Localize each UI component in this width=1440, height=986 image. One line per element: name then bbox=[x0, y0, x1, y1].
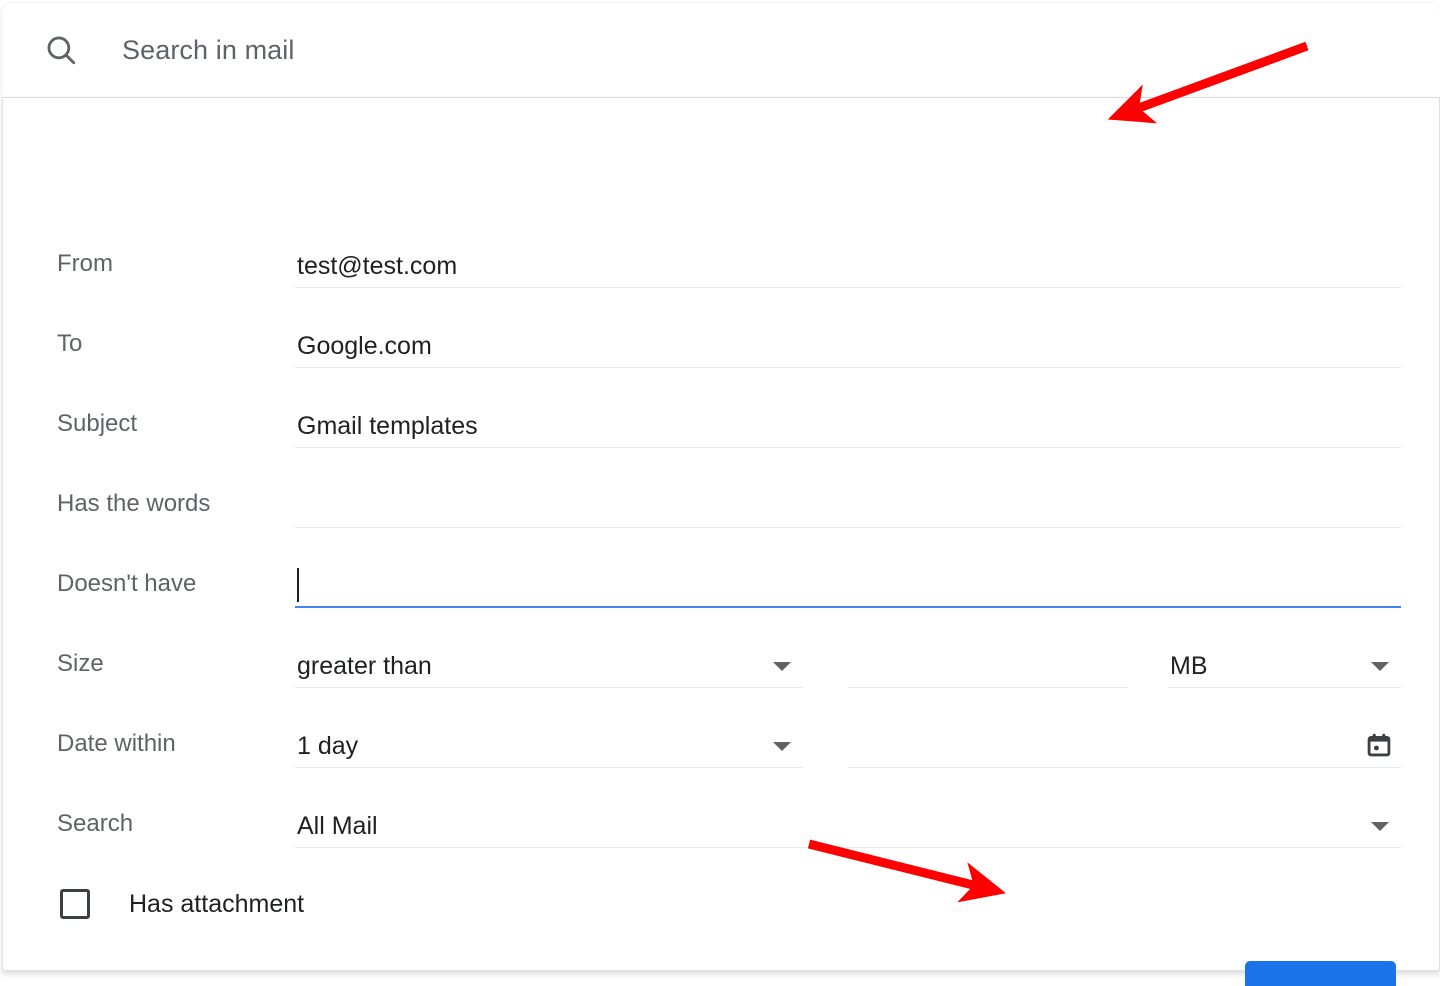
label-to: To bbox=[57, 330, 83, 357]
size-amount-input[interactable] bbox=[848, 636, 1128, 688]
field-row-size: Size greater than MB bbox=[3, 624, 1439, 704]
search-icon bbox=[47, 36, 76, 65]
has-attachment-label: Has attachment bbox=[129, 889, 305, 918]
chevron-down-icon bbox=[773, 742, 791, 751]
label-size: Size bbox=[57, 650, 104, 677]
chevron-down-icon bbox=[1371, 822, 1389, 831]
doesnt-have-input[interactable] bbox=[295, 556, 1401, 608]
field-row-from: From test@test.com bbox=[3, 224, 1439, 304]
field-row-subject: Subject Gmail templates bbox=[3, 384, 1439, 464]
date-within-value: 1 day bbox=[297, 732, 359, 760]
field-row-date-within: Date within 1 day bbox=[3, 704, 1439, 784]
from-value: test@test.com bbox=[297, 252, 458, 280]
search-scope-select[interactable]: All Mail bbox=[295, 796, 1401, 848]
label-date-within: Date within bbox=[57, 730, 176, 757]
chevron-down-icon bbox=[1371, 662, 1389, 671]
search-bar[interactable]: Search in mail bbox=[2, 3, 1440, 97]
field-row-search-scope: Search All Mail bbox=[3, 784, 1439, 864]
date-within-select[interactable]: 1 day bbox=[295, 716, 803, 768]
text-cursor bbox=[297, 568, 299, 602]
size-unit-select[interactable]: MB bbox=[1168, 636, 1401, 688]
search-scope-value: All Mail bbox=[297, 812, 378, 840]
chevron-down-icon bbox=[773, 662, 791, 671]
search-input-placeholder[interactable]: Search in mail bbox=[122, 35, 294, 66]
to-input[interactable]: Google.com bbox=[295, 316, 1401, 368]
size-unit-value: MB bbox=[1170, 652, 1208, 680]
size-operator-value: greater than bbox=[297, 652, 432, 680]
has-attachment-row[interactable]: Has attachment bbox=[3, 864, 1439, 944]
action-buttons: Create filter Search bbox=[1039, 961, 1396, 986]
date-input[interactable] bbox=[848, 716, 1401, 768]
create-filter-button[interactable]: Create filter bbox=[1039, 973, 1196, 986]
has-attachment-checkbox[interactable] bbox=[60, 889, 90, 919]
label-search: Search bbox=[57, 810, 134, 837]
field-row-has-the-words: Has the words bbox=[3, 464, 1439, 544]
to-value: Google.com bbox=[297, 332, 432, 360]
gmail-advanced-search-screen: Search in mail From test@test.com To Goo… bbox=[0, 0, 1440, 986]
from-input[interactable]: test@test.com bbox=[295, 236, 1401, 288]
subject-input[interactable]: Gmail templates bbox=[295, 396, 1401, 448]
calendar-icon[interactable] bbox=[1365, 731, 1393, 759]
label-from: From bbox=[57, 250, 113, 277]
subject-value: Gmail templates bbox=[297, 412, 478, 440]
field-row-to: To Google.com bbox=[3, 304, 1439, 384]
search-button[interactable]: Search bbox=[1244, 961, 1396, 986]
size-operator-select[interactable]: greater than bbox=[295, 636, 803, 688]
has-the-words-input[interactable] bbox=[295, 476, 1401, 528]
label-subject: Subject bbox=[57, 410, 138, 437]
advanced-search-panel: From test@test.com To Google.com Subject… bbox=[2, 97, 1440, 986]
label-has-the-words: Has the words bbox=[57, 490, 211, 517]
label-doesnt-have: Doesn't have bbox=[57, 570, 197, 597]
field-row-doesnt-have: Doesn't have bbox=[3, 544, 1439, 624]
